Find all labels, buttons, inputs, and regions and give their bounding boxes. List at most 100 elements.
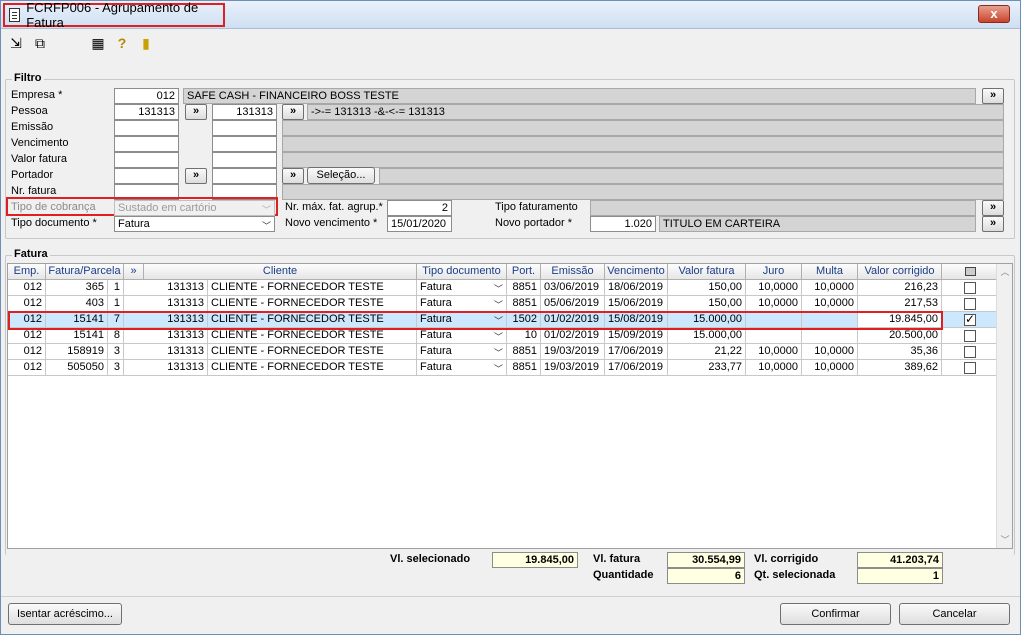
col-juro[interactable]: Juro xyxy=(746,264,802,280)
grid-icon[interactable]: ▦ xyxy=(89,34,107,52)
tipo-documento-value: Fatura xyxy=(420,297,452,309)
tipo-faturamento-more-button[interactable]: » xyxy=(982,200,1004,216)
select-all-icon xyxy=(964,267,976,276)
vencimento-from-field[interactable] xyxy=(114,136,179,152)
cell-fatura: 365 xyxy=(46,280,108,296)
cell-valor-fatura: 150,00 xyxy=(668,296,746,312)
cell-port: 10 xyxy=(507,328,541,344)
row-checkbox[interactable] xyxy=(964,298,976,310)
col-emp[interactable]: Emp. xyxy=(8,264,46,280)
table-row[interactable]: 012 505050 3 131313 CLIENTE - FORNECEDOR TES… xyxy=(8,360,998,376)
confirmar-button[interactable]: Confirmar xyxy=(780,603,891,625)
nr-max-field[interactable]: 2 xyxy=(387,200,452,216)
tipo-cobranca-select[interactable]: Sustado em cartório ﹀ xyxy=(114,200,275,216)
emissao-to-field[interactable] xyxy=(212,120,277,136)
cell-vencimento: 15/09/2019 xyxy=(605,328,668,344)
valor-fatura-from-field[interactable] xyxy=(114,152,179,168)
cell-select xyxy=(942,344,998,360)
cell-vencimento: 18/06/2019 xyxy=(605,280,668,296)
novo-vencimento-field[interactable]: 15/01/2020 xyxy=(387,216,452,232)
cell-tipo-documento[interactable]: Fatura ﹀ xyxy=(417,344,507,360)
table-row[interactable]: 012 158919 3 131313 CLIENTE - FORNECEDOR TES… xyxy=(8,344,998,360)
window: FCRFP006 - Agrupamento de Fatura x ⇲ ⧉ ▦… xyxy=(0,0,1021,635)
cell-select xyxy=(942,296,998,312)
chevron-down-icon[interactable]: ﹀ xyxy=(997,532,1013,548)
col-emissao[interactable]: Emissão xyxy=(541,264,605,280)
exit-icon[interactable]: ▮ xyxy=(137,34,155,52)
tipo-documento-value: Fatura xyxy=(420,329,452,341)
emissao-from-field[interactable] xyxy=(114,120,179,136)
cell-valor-fatura: 150,00 xyxy=(668,280,746,296)
pessoa-from-field[interactable]: 131313 xyxy=(114,104,179,120)
col-valor-fatura[interactable]: Valor fatura xyxy=(668,264,746,280)
row-checkbox[interactable] xyxy=(964,346,976,358)
cell-juro: 10,0000 xyxy=(746,280,802,296)
vencimento-to-field[interactable] xyxy=(212,136,277,152)
cell-tipo-documento[interactable]: Fatura ﹀ xyxy=(417,328,507,344)
portador-from-field[interactable] xyxy=(114,168,179,184)
portador-more-button[interactable]: » xyxy=(282,168,304,184)
fatura-table: Emp. Fatura/Parcela » Cliente Tipo docum… xyxy=(7,263,1013,549)
cell-tipo-documento[interactable]: Fatura ﹀ xyxy=(417,280,507,296)
novo-portador-more-button[interactable]: » xyxy=(982,216,1004,232)
table-scrollbar[interactable]: ︿ ﹀ xyxy=(996,264,1012,548)
help-icon[interactable]: ? xyxy=(113,34,131,52)
cell-fatura: 403 xyxy=(46,296,108,312)
col-valor-corrigido[interactable]: Valor corrigido xyxy=(858,264,942,280)
cell-parcela: 3 xyxy=(108,360,124,376)
cell-vencimento: 15/06/2019 xyxy=(605,296,668,312)
qt-selecionada-label: Qt. selecionada xyxy=(754,569,836,581)
cell-emp: 012 xyxy=(8,344,46,360)
table-row[interactable]: 012 15141 8 131313 CLIENTE - FORNECEDOR TEST… xyxy=(8,328,998,344)
copy-icon[interactable]: ⧉ xyxy=(31,34,49,52)
empresa-code-field[interactable]: 012 xyxy=(114,88,179,104)
isentar-acrescimo-button[interactable]: Isentar acréscimo... xyxy=(8,603,122,625)
col-port[interactable]: Port. xyxy=(507,264,541,280)
cell-multa: 10,0000 xyxy=(802,360,858,376)
cell-valor-corrigido: 35,36 xyxy=(858,344,942,360)
chevron-down-icon: ﹀ xyxy=(261,205,271,215)
cancelar-button[interactable]: Cancelar xyxy=(899,603,1010,625)
selecao-button[interactable]: Seleção... xyxy=(307,167,375,184)
cell-emp: 012 xyxy=(8,328,46,344)
nr-fatura-label: Nr. fatura xyxy=(11,185,57,197)
pessoa-more-button[interactable]: » xyxy=(282,104,304,120)
pessoa-to-field[interactable]: 131313 xyxy=(212,104,277,120)
cell-valor-fatura: 21,22 xyxy=(668,344,746,360)
valor-fatura-expression-field xyxy=(282,152,1004,168)
valor-fatura-to-field[interactable] xyxy=(212,152,277,168)
col-cliente[interactable]: Cliente xyxy=(144,264,417,280)
portador-range-button[interactable]: » xyxy=(185,168,207,184)
tipo-documento-select[interactable]: Fatura ﹀ xyxy=(114,216,275,232)
col-tipo-documento[interactable]: Tipo documento xyxy=(417,264,507,280)
row-checkbox[interactable] xyxy=(964,282,976,294)
col-select-all[interactable] xyxy=(942,264,998,280)
cell-emissao: 03/06/2019 xyxy=(541,280,605,296)
close-button[interactable]: x xyxy=(978,5,1010,23)
filtro-label: Filtro xyxy=(12,72,44,84)
cell-valor-corrigido: 217,53 xyxy=(858,296,942,312)
novo-portador-code-field[interactable]: 1.020 xyxy=(590,216,656,232)
row-checkbox[interactable] xyxy=(964,330,976,342)
cell-tipo-documento[interactable]: Fatura ﹀ xyxy=(417,296,507,312)
pessoa-range-button[interactable]: » xyxy=(185,104,207,120)
empresa-more-button[interactable]: » xyxy=(982,88,1004,104)
chevron-up-icon[interactable]: ︿ xyxy=(997,264,1013,280)
cell-cliente: CLIENTE - FORNECEDOR TESTE xyxy=(208,296,417,312)
row-checkbox[interactable] xyxy=(964,312,976,327)
table-row[interactable]: 012 403 1 131313 CLIENTE - FORNECEDOR TESTE F… xyxy=(8,296,998,312)
export-icon[interactable]: ⇲ xyxy=(7,34,25,52)
col-vencimento[interactable]: Vencimento xyxy=(605,264,668,280)
row-checkbox[interactable] xyxy=(964,362,976,374)
col-fatura-parcela[interactable]: Fatura/Parcela xyxy=(46,264,124,280)
col-multa[interactable]: Multa xyxy=(802,264,858,280)
chevron-down-icon: ﹀ xyxy=(493,332,503,342)
cell-emp: 012 xyxy=(8,360,46,376)
portador-to-field[interactable] xyxy=(212,168,277,184)
cell-juro: 10,0000 xyxy=(746,344,802,360)
tipo-cobranca-label: Tipo de cobrança xyxy=(11,201,96,213)
nr-max-label: Nr. máx. fat. agrup.* xyxy=(285,201,383,213)
table-row[interactable]: 012 365 1 131313 CLIENTE - FORNECEDOR TESTE F… xyxy=(8,280,998,296)
col-expand[interactable]: » xyxy=(124,264,144,280)
cell-tipo-documento[interactable]: Fatura ﹀ xyxy=(417,360,507,376)
